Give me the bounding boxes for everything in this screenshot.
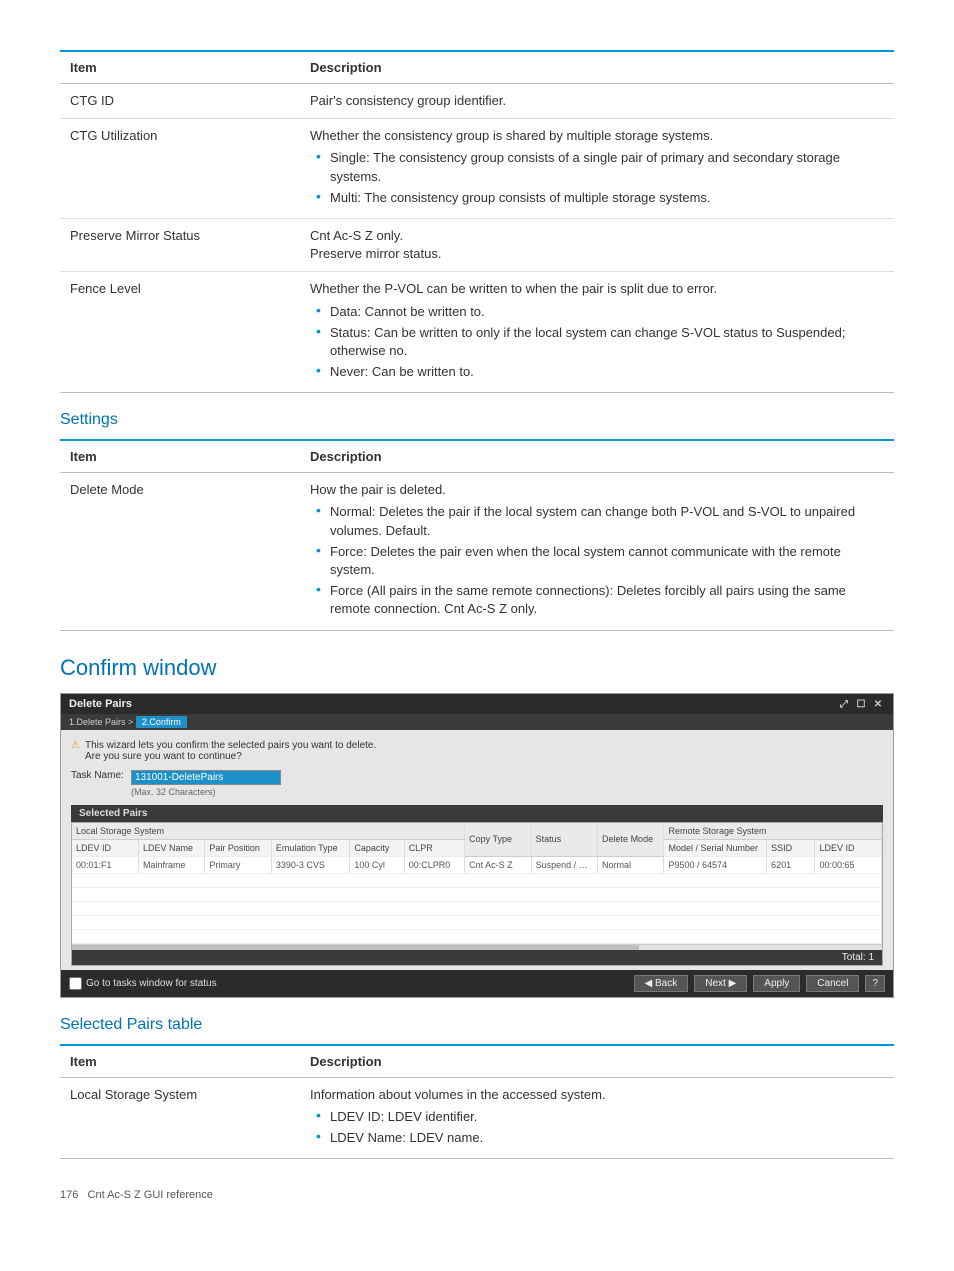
th-desc: Description (300, 1045, 894, 1078)
breadcrumb: 1.Delete Pairs > 2.Confirm (61, 714, 893, 730)
th-desc: Description (300, 51, 894, 84)
table-settings: Item Description Delete Mode How the pai… (60, 439, 894, 630)
delete-pairs-dialog: Delete Pairs ⤢ ☐ ✕ 1.Delete Pairs > 2.Co… (60, 693, 894, 998)
table-row: Local Storage System Information about v… (60, 1077, 894, 1159)
heading-selected-pairs-table: Selected Pairs table (60, 1016, 894, 1034)
th-desc: Description (300, 440, 894, 473)
horizontal-scrollbar[interactable] (72, 944, 882, 950)
page-footer: 176 Cnt Ac-S Z GUI reference (60, 1189, 894, 1201)
dialog-footer: Go to tasks window for status ◀ Back Nex… (61, 970, 893, 997)
close-icon[interactable]: ✕ (871, 699, 885, 710)
task-name-input[interactable] (131, 770, 281, 785)
grid-row[interactable]: 00:01:F1 Mainframe Primary 3390-3 CVS 10… (72, 856, 882, 873)
grid-total: Total: 1 (72, 950, 882, 965)
th-item: Item (60, 440, 300, 473)
col-group-local: Local Storage System (72, 823, 465, 840)
dialog-title: Delete Pairs (69, 698, 132, 710)
table-row: Fence Level Whether the P-VOL can be wri… (60, 272, 894, 393)
cancel-button[interactable]: Cancel (806, 975, 859, 992)
table-ctg: Item Description CTG ID Pair's consisten… (60, 50, 894, 393)
go-to-tasks-checkbox[interactable]: Go to tasks window for status (69, 977, 217, 990)
selected-pairs-grid: Local Storage System Copy Type Status De… (71, 822, 883, 966)
table-row: Preserve Mirror Status Cnt Ac-S Z only. … (60, 218, 894, 271)
back-button[interactable]: ◀ Back (634, 975, 689, 992)
next-button[interactable]: Next ▶ (694, 975, 747, 992)
help-button[interactable]: ? (865, 975, 885, 992)
heading-settings: Settings (60, 411, 894, 429)
tab-selected-pairs[interactable]: Selected Pairs (71, 805, 883, 822)
table-selected-pairs: Item Description Local Storage System In… (60, 1044, 894, 1160)
th-item: Item (60, 51, 300, 84)
heading-confirm-window: Confirm window (60, 655, 894, 681)
warning-message: This wizard lets you confirm the selecte… (71, 740, 883, 762)
task-name-label: Task Name: (71, 770, 131, 781)
col-group-remote: Remote Storage System (664, 823, 882, 840)
table-row: CTG ID Pair's consistency group identifi… (60, 84, 894, 119)
dialog-titlebar: Delete Pairs ⤢ ☐ ✕ (61, 694, 893, 714)
apply-button[interactable]: Apply (753, 975, 800, 992)
restore-icon[interactable]: ⤢ (837, 699, 851, 710)
th-item: Item (60, 1045, 300, 1078)
task-name-hint: (Max. 32 Characters) (131, 787, 281, 797)
maximize-icon[interactable]: ☐ (854, 699, 868, 710)
table-row: CTG Utilization Whether the consistency … (60, 119, 894, 219)
table-row: Delete Mode How the pair is deleted. Nor… (60, 473, 894, 630)
